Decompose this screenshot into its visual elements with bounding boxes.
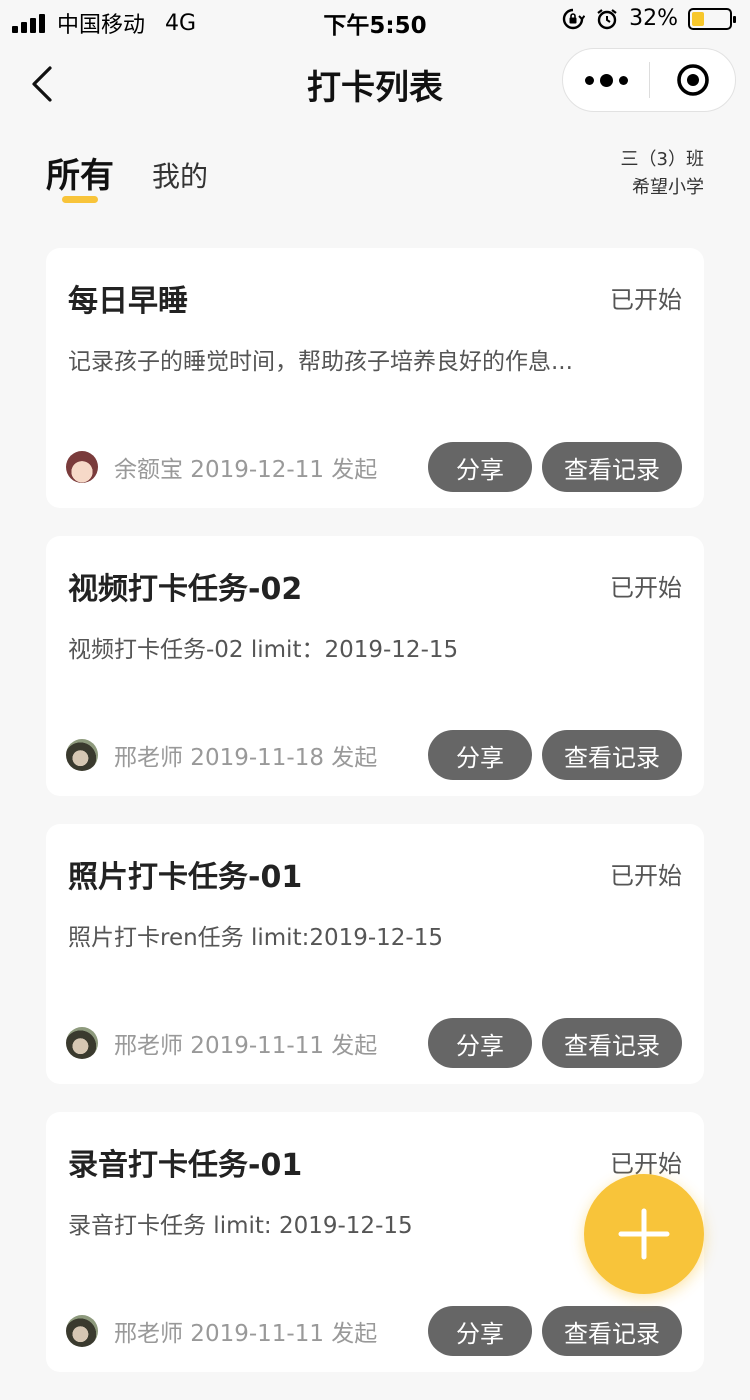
view-records-button[interactable]: 查看记录 <box>542 730 682 780</box>
teacher-avatar <box>66 1315 98 1347</box>
tab-mine[interactable]: 我的 <box>152 155 208 197</box>
card-meta: 邢老师 2019-11-11 发起 <box>114 1033 378 1059</box>
card-description: 记录孩子的睡觉时间，帮助孩子培养良好的作息... <box>68 349 573 375</box>
status-badge: 已开始 <box>610 862 682 890</box>
checkin-card[interactable]: 视频打卡任务-02 已开始 视频打卡任务-02 limit：2019-12-15… <box>46 536 704 796</box>
class-name: 三（3）班 <box>620 149 704 170</box>
card-meta: 邢老师 2019-11-18 发起 <box>114 745 378 771</box>
card-footer: 邢老师 2019-11-11 发起 分享 查看记录 <box>66 1018 682 1068</box>
status-bar: 中国移动 4G 下午5:50 32% <box>0 0 750 40</box>
rotation-lock-icon <box>561 7 586 31</box>
close-target-icon <box>676 64 709 96</box>
mini-program-capsule <box>562 48 736 112</box>
checkin-card[interactable]: 每日早睡 已开始 记录孩子的睡觉时间，帮助孩子培养良好的作息... 余额宝 20… <box>46 248 704 508</box>
card-footer: 邢老师 2019-11-11 发起 分享 查看记录 <box>66 1306 682 1356</box>
card-title: 照片打卡任务-01 <box>68 860 303 895</box>
tab-bar: 所有 我的 <box>46 148 246 203</box>
card-footer: 邢老师 2019-11-18 发起 分享 查看记录 <box>66 730 682 780</box>
plus-icon <box>618 1208 670 1260</box>
status-badge: 已开始 <box>610 574 682 602</box>
more-button[interactable] <box>563 49 649 111</box>
card-title: 录音打卡任务-01 <box>68 1148 303 1183</box>
school-name: 希望小学 <box>632 177 704 198</box>
card-description: 照片打卡ren任务 limit:2019-12-15 <box>68 925 443 951</box>
more-dots-icon <box>584 75 594 85</box>
checkin-card[interactable]: 照片打卡任务-01 已开始 照片打卡ren任务 limit:2019-12-15… <box>46 824 704 1084</box>
share-button[interactable]: 分享 <box>428 1306 532 1356</box>
card-description: 视频打卡任务-02 limit：2019-12-15 <box>68 637 459 663</box>
class-info: 三（3）班 希望小学 <box>621 146 704 202</box>
tab-mine-label: 我的 <box>152 160 209 193</box>
view-records-button[interactable]: 查看记录 <box>542 1306 682 1356</box>
share-button[interactable]: 分享 <box>428 1018 532 1068</box>
teacher-avatar <box>66 1027 98 1059</box>
girl-avatar <box>66 451 98 483</box>
tab-all-label: 所有 <box>46 156 114 196</box>
status-badge: 已开始 <box>610 286 682 314</box>
close-button[interactable] <box>650 49 735 111</box>
card-meta: 邢老师 2019-11-11 发起 <box>114 1321 378 1347</box>
alarm-icon <box>595 7 619 31</box>
battery-icon <box>688 7 736 30</box>
view-records-button[interactable]: 查看记录 <box>542 1018 682 1068</box>
add-checkin-button[interactable] <box>584 1174 704 1294</box>
card-description: 录音打卡任务 limit: 2019-12-15 <box>68 1213 413 1239</box>
battery-percent: 32% <box>629 6 678 31</box>
tab-active-indicator <box>62 196 98 203</box>
share-button[interactable]: 分享 <box>428 730 532 780</box>
status-right: 32% <box>561 6 736 31</box>
teacher-avatar <box>66 739 98 771</box>
card-title: 视频打卡任务-02 <box>68 572 303 607</box>
card-title: 每日早睡 <box>68 284 188 319</box>
nav-bar: 打卡列表 <box>0 40 750 128</box>
tab-all[interactable]: 所有 <box>46 148 114 203</box>
view-records-button[interactable]: 查看记录 <box>542 442 682 492</box>
card-footer: 余额宝 2019-12-11 发起 分享 查看记录 <box>66 442 682 492</box>
battery-fill <box>692 11 704 26</box>
card-meta: 余额宝 2019-12-11 发起 <box>114 457 378 483</box>
share-button[interactable]: 分享 <box>428 442 532 492</box>
